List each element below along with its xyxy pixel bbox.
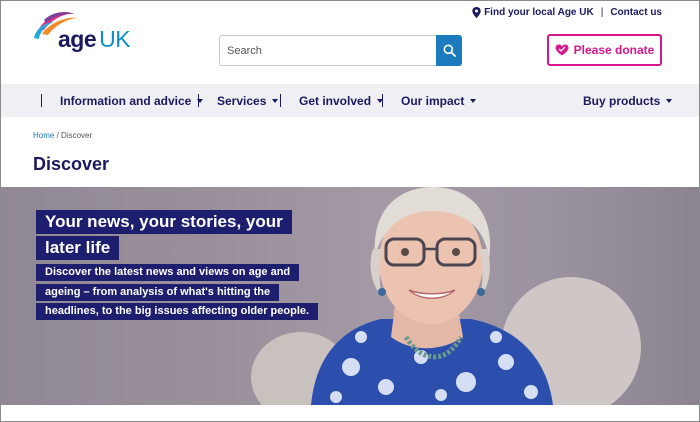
donate-button[interactable]: Please donate: [547, 34, 662, 66]
nav-divider: [198, 94, 199, 107]
logo-wordmark: age UK: [58, 26, 131, 53]
donate-label: Please donate: [573, 43, 655, 57]
nav-item-our-impact[interactable]: Our impact: [401, 84, 477, 117]
breadcrumb-separator: /: [56, 131, 59, 140]
hero-description-line-3: headlines, to the big issues affecting o…: [36, 303, 319, 320]
main-nav: Information and advice Services Get invo…: [1, 84, 699, 117]
hero-heading: Your news, your stories, your later life: [36, 209, 292, 261]
chevron-down-icon: [272, 98, 279, 103]
browser-viewport: Find your local Age UK | Contact us age U…: [1, 1, 699, 421]
age-uk-logo[interactable]: age UK: [32, 8, 142, 54]
nav-divider: [382, 94, 383, 107]
search-icon: [443, 44, 456, 57]
nav-item-label: Our impact: [401, 93, 465, 108]
hero-heading-line-1: Your news, your stories, your: [36, 210, 292, 234]
nav-divider: [41, 94, 42, 107]
breadcrumb-home-link[interactable]: Home: [33, 131, 54, 140]
breadcrumb: Home / Discover: [33, 131, 92, 140]
breadcrumb-current: Discover: [61, 131, 93, 140]
nav-item-buy-products[interactable]: Buy products: [583, 84, 673, 117]
search-input[interactable]: [220, 36, 436, 65]
page-title: Discover: [33, 154, 110, 174]
heart-icon: [555, 44, 569, 56]
map-pin-icon: [472, 7, 481, 18]
chevron-down-icon: [666, 98, 673, 103]
nav-item-label: Buy products: [583, 93, 661, 108]
content-below-hero: [1, 405, 699, 421]
find-local-link[interactable]: Find your local Age UK: [484, 7, 594, 18]
nav-item-information-and-advice[interactable]: Information and advice: [60, 84, 204, 117]
nav-item-label: Get involved: [299, 93, 372, 108]
utility-bar: Find your local Age UK | Contact us: [472, 7, 662, 18]
search-button[interactable]: [436, 35, 462, 66]
nav-item-label: Information and advice: [60, 93, 192, 108]
search-box: [219, 35, 462, 66]
nav-item-services[interactable]: Services: [217, 84, 279, 117]
hero-description-line-1: Discover the latest news and views on ag…: [36, 264, 300, 281]
chevron-down-icon: [470, 98, 477, 103]
hero-heading-line-2: later life: [36, 236, 120, 260]
logo-word-uk: UK: [99, 26, 131, 52]
nav-item-get-involved[interactable]: Get involved: [299, 84, 384, 117]
hero-description-line-2: ageing – from analysis of what's hitting…: [36, 283, 280, 301]
hero-description: Discover the latest news and views on ag…: [36, 263, 326, 322]
utility-divider: |: [600, 7, 604, 18]
nav-item-label: Services: [217, 93, 267, 108]
nav-divider: [280, 94, 281, 107]
contact-link[interactable]: Contact us: [610, 7, 662, 18]
hero-banner: Your news, your stories, your later life…: [1, 187, 699, 405]
logo-word-age: age: [58, 26, 97, 52]
